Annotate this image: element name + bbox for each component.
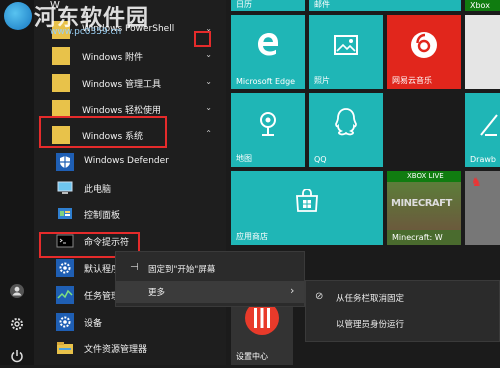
watermark-url: www.pc0359.cn xyxy=(50,27,122,37)
xbox-live-label: XBOX LIVE xyxy=(407,172,444,180)
tile-qq[interactable]: QQ xyxy=(309,93,383,167)
start-left-rail xyxy=(0,0,34,365)
list-item-this-pc[interactable]: 此电脑 xyxy=(34,176,226,200)
list-item-admin-tools[interactable]: Windows 管理工具 ⌄ xyxy=(34,71,226,95)
unpin-icon: ⊘ xyxy=(315,291,324,302)
gear-icon xyxy=(56,259,74,277)
edge-icon xyxy=(255,31,281,60)
folder-icon xyxy=(56,339,74,357)
tile-label: 网易云音乐 xyxy=(392,76,432,85)
tile-label: Xbox xyxy=(470,1,490,10)
tile-label: 日历 xyxy=(236,0,252,9)
tile-calendar[interactable]: 日历 xyxy=(231,0,305,11)
list-item-label: 文件资源管理器 xyxy=(84,345,148,355)
map-icon xyxy=(257,111,279,140)
list-item-label: 控制面板 xyxy=(84,211,121,221)
tile-edge[interactable]: Microsoft Edge xyxy=(231,15,305,89)
highlight-windows-system xyxy=(39,116,167,148)
photos-icon xyxy=(334,35,358,58)
list-item-label: 设备 xyxy=(84,319,103,329)
tile-label: Minecraft: W xyxy=(392,233,443,242)
tile-map[interactable]: 地图 xyxy=(231,93,305,167)
folder-icon xyxy=(52,47,70,65)
list-item-label: Windows 轻松使用 xyxy=(82,106,162,116)
qq-icon xyxy=(334,107,358,140)
menu-item-pin-to-start[interactable]: ⊣ 固定到"开始"屏幕 xyxy=(116,258,304,280)
list-item-control-panel[interactable]: 控制面板 xyxy=(34,202,226,226)
control-panel-icon xyxy=(56,205,74,223)
menu-item-unpin-taskbar[interactable]: ⊘ 从任务栏取消固定 xyxy=(306,287,499,309)
highlight-marker xyxy=(194,31,211,47)
tile-label: 照片 xyxy=(314,76,330,85)
watermark-logo xyxy=(4,2,32,30)
list-item-label: Windows 管理工具 xyxy=(82,80,162,90)
tile-minecraft[interactable]: XBOX LIVE MINECRAFT Minecraft: W xyxy=(387,171,461,245)
tile-xbox[interactable]: Xbox xyxy=(465,0,500,11)
xbox-live-banner: XBOX LIVE xyxy=(387,171,461,182)
menu-item-label: 以管理员身份运行 xyxy=(336,320,405,330)
folder-icon xyxy=(52,74,70,92)
chevron-down-icon: ⌄ xyxy=(205,50,212,59)
list-item-devices[interactable]: 设备 xyxy=(34,310,226,334)
list-item-label: Windows 附件 xyxy=(82,53,144,63)
task-manager-icon xyxy=(56,286,74,304)
computer-icon xyxy=(56,179,74,197)
tile-partial[interactable] xyxy=(465,15,500,89)
app-list: W Windows PowerShell ⌄ Windows 附件 ⌄ Wind… xyxy=(34,0,226,365)
netease-music-icon xyxy=(410,31,438,62)
tile-label: 邮件 xyxy=(314,0,330,9)
list-item-windows-defender[interactable]: Windows Defender xyxy=(34,150,226,174)
tile-store[interactable]: 应用商店 xyxy=(231,171,383,245)
list-item-label: 此电脑 xyxy=(84,185,112,195)
chevron-down-icon: ⌄ xyxy=(205,77,212,86)
tile-label: 设置中心 xyxy=(236,352,268,361)
context-menu: ⊣ 固定到"开始"屏幕 更多 › xyxy=(115,251,305,307)
shield-icon xyxy=(56,153,74,171)
menu-item-label: 更多 xyxy=(148,288,166,298)
tile-label: Microsoft Edge xyxy=(236,77,296,86)
minecraft-art: MINECRAFT xyxy=(387,182,461,230)
chevron-right-icon: › xyxy=(290,284,295,297)
store-icon xyxy=(295,188,319,216)
tile-photos[interactable]: 照片 xyxy=(309,15,383,89)
list-item-accessories[interactable]: Windows 附件 ⌄ xyxy=(34,44,226,68)
drawboard-icon xyxy=(479,113,499,140)
tile-mail[interactable]: 邮件 xyxy=(309,0,461,11)
menu-item-run-as-admin[interactable]: 以管理员身份运行 xyxy=(306,313,499,335)
list-item-file-explorer[interactable]: 文件资源管理器 xyxy=(34,336,226,360)
tile-drawboard[interactable]: Drawb xyxy=(465,93,500,167)
settings-gear-icon[interactable] xyxy=(9,316,25,332)
user-icon[interactable] xyxy=(9,283,25,299)
pin-icon: ⊣ xyxy=(130,262,139,273)
tile-label: QQ xyxy=(314,155,327,164)
tile-game[interactable]: ♞ xyxy=(465,171,500,245)
tile-netease-music[interactable]: 网易云音乐 xyxy=(387,15,461,89)
menu-item-more[interactable]: 更多 › xyxy=(116,281,304,303)
tile-label: Drawb xyxy=(470,155,496,164)
tile-label: 应用商店 xyxy=(236,232,268,241)
menu-item-label: 从任务栏取消固定 xyxy=(336,294,405,304)
game-logo-icon: ♞ xyxy=(471,175,482,189)
minecraft-logo-text: MINECRAFT xyxy=(391,198,452,209)
gear-icon xyxy=(56,313,74,331)
list-item-label: Windows Defender xyxy=(84,156,169,166)
menu-item-label: 固定到"开始"屏幕 xyxy=(148,265,216,275)
tile-label: 地图 xyxy=(236,154,252,163)
chevron-down-icon: ⌄ xyxy=(205,103,212,112)
context-submenu: ⊘ 从任务栏取消固定 以管理员身份运行 xyxy=(305,280,500,342)
chevron-up-icon: ⌃ xyxy=(205,129,212,138)
power-icon[interactable] xyxy=(9,348,25,364)
